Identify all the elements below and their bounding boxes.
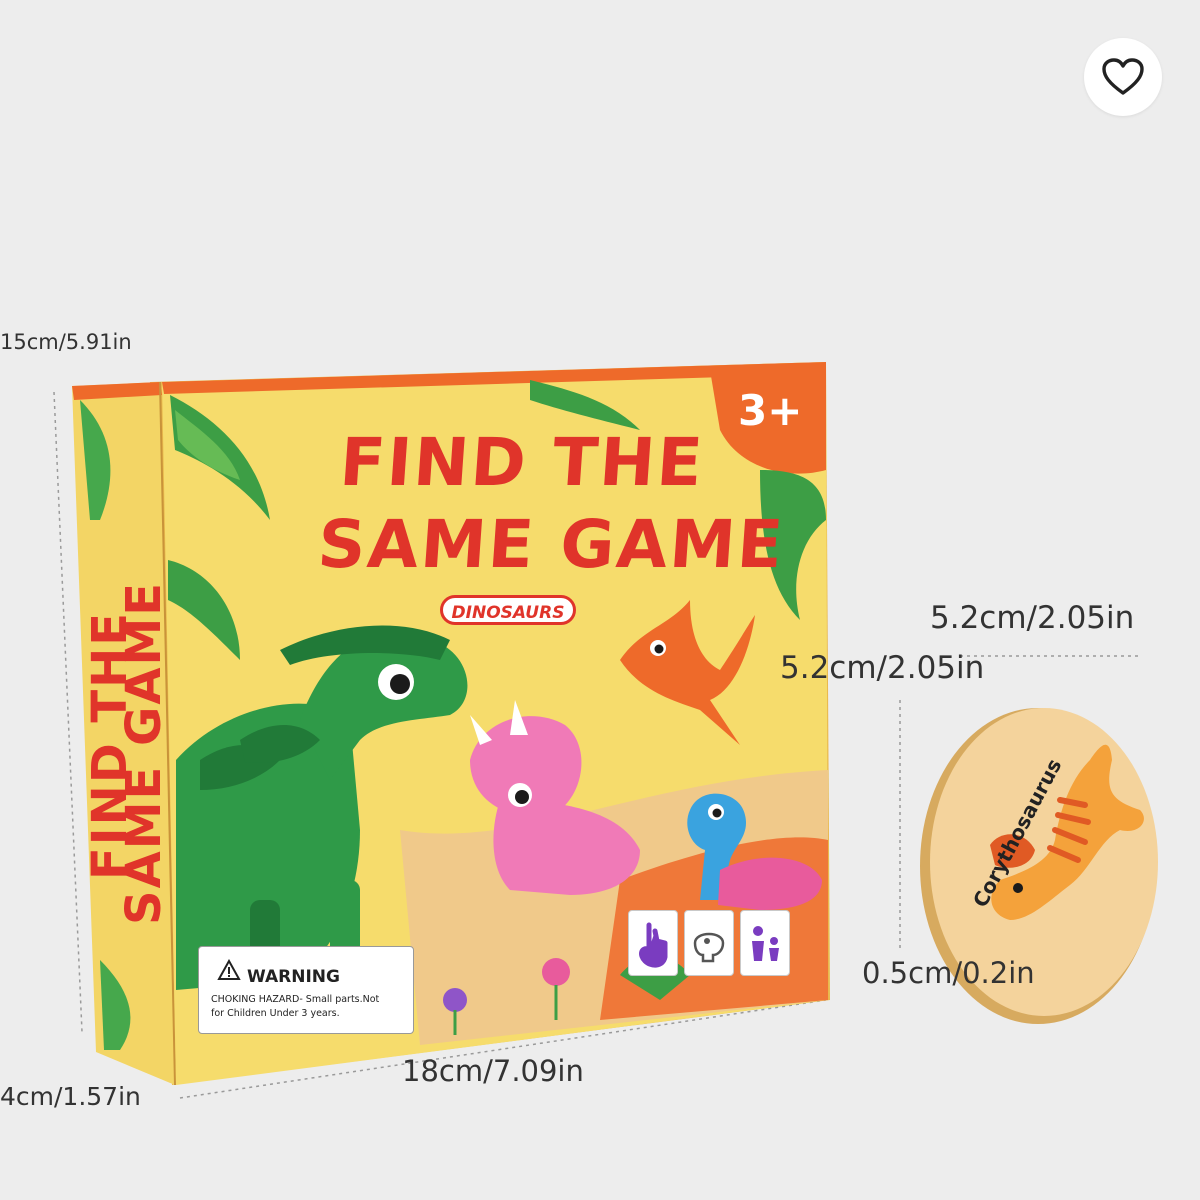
age-badge: 3+ [738,386,803,435]
product-title-line2: SAME GAME [315,506,788,583]
box-depth-dimension: 4cm/1.57in [0,1082,141,1111]
touch-pictogram [628,910,678,976]
brain-icon [693,932,725,963]
parent-child-pictogram [740,910,790,976]
brain-pictogram [684,910,734,976]
chip-width-dimension: 5.2cm/2.05in [930,600,1135,636]
warning-label: WARNING CHOKING HAZARD- Small parts.Not … [198,946,414,1034]
box-height-dimension: 15cm/5.91in [0,330,132,354]
warning-triangle-icon [217,959,241,980]
warning-text: CHOKING HAZARD- Small parts.Not for Chil… [211,994,380,1019]
hand-touch-icon [639,922,668,968]
chip-height-dimension: 5.2cm/2.05in [780,650,985,686]
category-badge: DINOSAURS [440,595,576,625]
warning-title: WARNING [247,967,340,987]
spine-title-line2: SAME GAME [116,580,172,925]
box-width-dimension: 18cm/7.09in [402,1054,584,1088]
family-icon [752,926,779,961]
product-title-line1: FIND THE [337,424,707,501]
chip-thickness-dimension: 0.5cm/0.2in [862,956,1035,990]
